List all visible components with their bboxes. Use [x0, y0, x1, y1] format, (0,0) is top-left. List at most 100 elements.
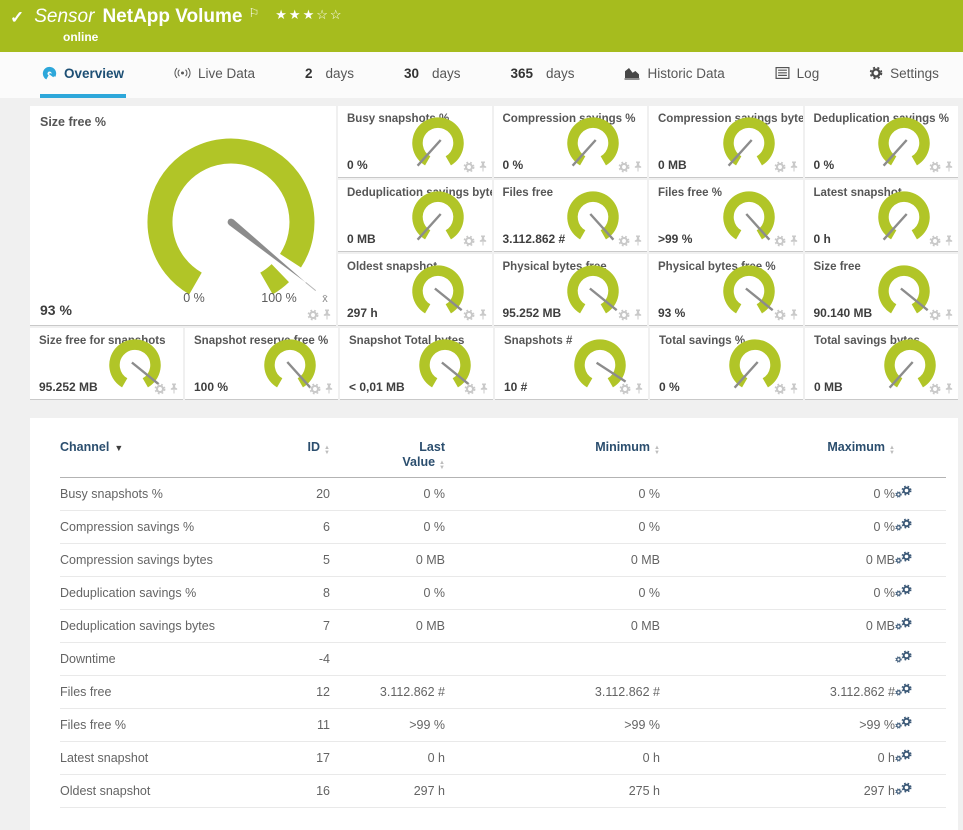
tab-overview[interactable]: Overview [40, 52, 126, 98]
pin-icon[interactable] [478, 160, 488, 173]
gauge-cell[interactable]: Total savings bytes 0 MB [805, 328, 958, 400]
pin-icon[interactable] [633, 308, 643, 321]
gear-icon[interactable] [895, 524, 902, 531]
gear-icon[interactable] [463, 309, 475, 321]
gear-icon[interactable] [895, 755, 902, 762]
gear-icon[interactable] [901, 683, 912, 694]
pin-icon[interactable] [789, 234, 799, 247]
gear-icon[interactable] [901, 716, 912, 727]
tab-settings[interactable]: Settings [867, 52, 941, 98]
gauge-cell[interactable]: Files free % >99 % [649, 180, 803, 252]
table-row[interactable]: Compression savings bytes 5 0 MB 0 MB 0 … [60, 544, 946, 577]
gear-icon[interactable] [774, 161, 786, 173]
gauge-cell[interactable]: Size free 90.140 MB [805, 254, 959, 326]
gauge-cell[interactable]: Deduplication savings % 0 % [805, 106, 959, 178]
table-row[interactable]: Deduplication savings % 8 0 % 0 % 0 % [60, 577, 946, 610]
table-row[interactable]: Busy snapshots % 20 0 % 0 % 0 % [60, 478, 946, 511]
gear-icon[interactable] [901, 518, 912, 529]
gauge-cell[interactable]: Size free for snapshots 95.252 MB [30, 328, 183, 400]
gauge-cell[interactable]: Physical bytes free 95.252 MB [494, 254, 648, 326]
tab-log[interactable]: Log [773, 52, 822, 98]
gauge-cell[interactable]: Busy snapshots % 0 % [338, 106, 492, 178]
gear-icon[interactable] [929, 383, 941, 395]
pin-icon[interactable] [633, 234, 643, 247]
pin-icon[interactable] [324, 382, 334, 395]
gear-icon[interactable] [901, 749, 912, 760]
gear-icon[interactable] [618, 235, 630, 247]
pin-icon[interactable] [789, 308, 799, 321]
gear-icon[interactable] [774, 309, 786, 321]
gauge-cell[interactable]: Compression savings bytes 0 MB [649, 106, 803, 178]
pin-icon[interactable] [634, 382, 644, 395]
gauge-cell[interactable]: Snapshot Total bytes < 0,01 MB [340, 328, 493, 400]
channel-settings-icon[interactable] [895, 551, 912, 567]
gear-icon[interactable] [895, 590, 902, 597]
pin-icon[interactable] [944, 160, 954, 173]
gear-icon[interactable] [774, 383, 786, 395]
tab-historic-data[interactable]: Historic Data [622, 52, 726, 98]
table-row[interactable]: Latest snapshot 17 0 h 0 h 0 h [60, 742, 946, 775]
gauge-cell[interactable]: Total savings % 0 % [650, 328, 803, 400]
tab-live-data[interactable]: Live Data [172, 52, 257, 98]
priority-stars[interactable]: ★★★☆☆ [275, 7, 343, 23]
channel-settings-icon[interactable] [895, 518, 912, 534]
gear-icon[interactable] [307, 309, 319, 321]
pin-icon[interactable] [633, 160, 643, 173]
gear-icon[interactable] [895, 623, 902, 630]
gear-icon[interactable] [309, 383, 321, 395]
gear-icon[interactable] [463, 235, 475, 247]
col-header-last-value[interactable]: Last Value▲▼ [330, 440, 445, 471]
col-header-channel[interactable]: Channel▼ [60, 440, 285, 454]
gauge-cell[interactable]: Files free 3.112.862 # [494, 180, 648, 252]
gear-icon[interactable] [901, 551, 912, 562]
table-row[interactable]: Oldest snapshot 16 297 h 275 h 297 h [60, 775, 946, 808]
gauge-cell[interactable]: Snapshot reserve free % 100 % [185, 328, 338, 400]
pin-icon[interactable] [478, 308, 488, 321]
tab-30-days[interactable]: 30 days [402, 52, 463, 98]
pin-icon[interactable] [479, 382, 489, 395]
channel-settings-icon[interactable] [895, 485, 912, 501]
gear-icon[interactable] [895, 788, 902, 795]
gear-icon[interactable] [464, 383, 476, 395]
pin-icon[interactable] [322, 308, 332, 321]
tab-365-days[interactable]: 365 days [508, 52, 576, 98]
channel-settings-icon[interactable] [895, 584, 912, 600]
pin-icon[interactable] [169, 382, 179, 395]
gear-icon[interactable] [895, 722, 902, 729]
flag-icon[interactable]: ⚐ [249, 6, 260, 20]
channel-settings-icon[interactable] [895, 650, 912, 666]
gear-icon[interactable] [618, 161, 630, 173]
gear-icon[interactable] [154, 383, 166, 395]
pin-icon[interactable] [789, 160, 799, 173]
gear-icon[interactable] [929, 309, 941, 321]
gear-icon[interactable] [774, 235, 786, 247]
gear-icon[interactable] [895, 689, 902, 696]
table-row[interactable]: Downtime -4 [60, 643, 946, 676]
col-header-id[interactable]: ID▲▼ [285, 440, 330, 456]
gauge-cell[interactable]: Physical bytes free % 93 % [649, 254, 803, 326]
pin-icon[interactable] [789, 382, 799, 395]
channel-settings-icon[interactable] [895, 749, 912, 765]
gauge-cell[interactable]: Latest snapshot 0 h [805, 180, 959, 252]
gear-icon[interactable] [895, 557, 902, 564]
gear-icon[interactable] [901, 782, 912, 793]
gauge-cell[interactable]: Compression savings % 0 % [494, 106, 648, 178]
gear-icon[interactable] [929, 235, 941, 247]
table-row[interactable]: Files free % 11 >99 % >99 % >99 % [60, 709, 946, 742]
col-header-minimum[interactable]: Minimum▲▼ [445, 440, 660, 456]
pin-icon[interactable] [944, 308, 954, 321]
gauge-cell[interactable]: Deduplication savings bytes 0 MB [338, 180, 492, 252]
gear-icon[interactable] [619, 383, 631, 395]
gauge-cell[interactable]: Oldest snapshot 297 h [338, 254, 492, 326]
gear-icon[interactable] [901, 650, 912, 661]
gear-icon[interactable] [618, 309, 630, 321]
channel-settings-icon[interactable] [895, 683, 912, 699]
table-row[interactable]: Deduplication savings bytes 7 0 MB 0 MB … [60, 610, 946, 643]
gear-icon[interactable] [901, 584, 912, 595]
gear-icon[interactable] [929, 161, 941, 173]
gear-icon[interactable] [901, 485, 912, 496]
primary-channel-gauge[interactable]: Size free % x̄ 0 % 100 % 93 % [30, 106, 336, 326]
gauge-cell[interactable]: Snapshots # 10 # [495, 328, 648, 400]
gear-icon[interactable] [895, 491, 902, 498]
pin-icon[interactable] [944, 382, 954, 395]
